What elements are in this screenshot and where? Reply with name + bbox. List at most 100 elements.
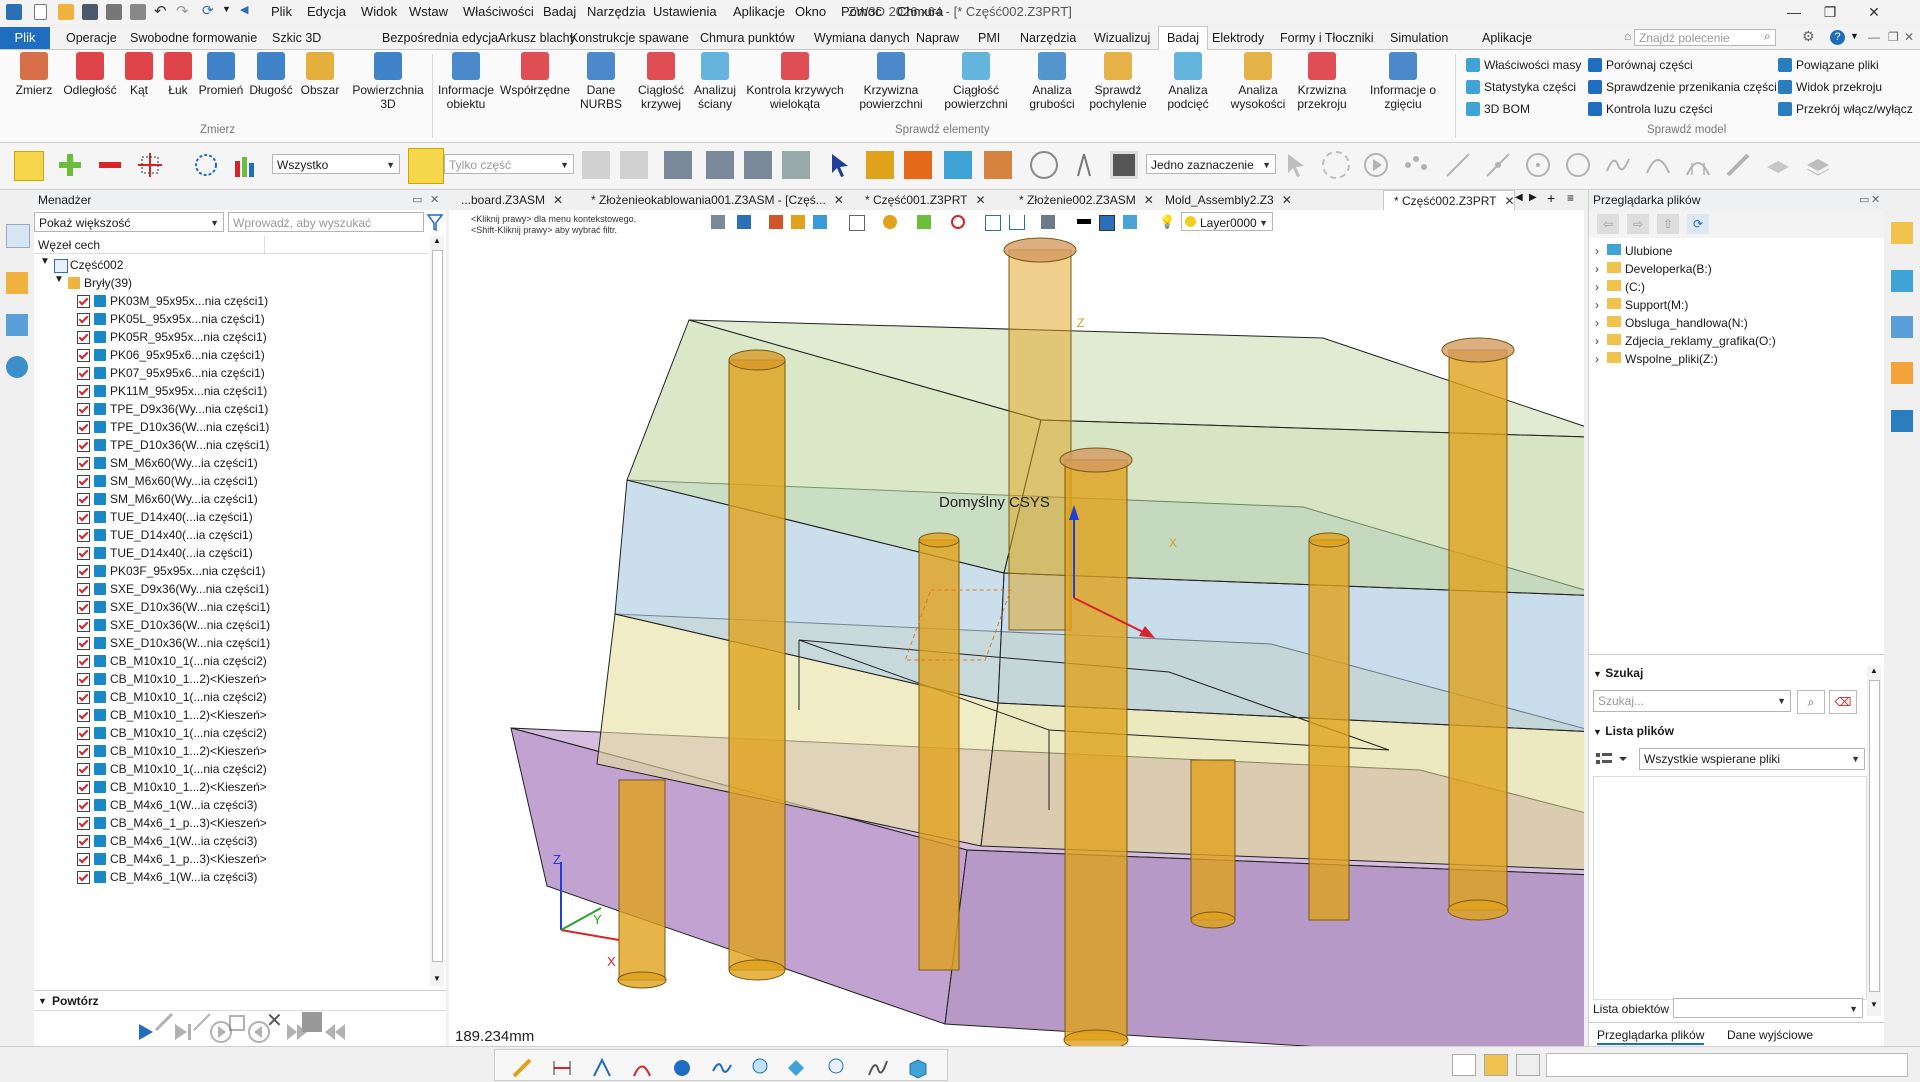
tree-bodies-node[interactable]: Bryły(39) xyxy=(84,274,132,292)
visibility-checkbox[interactable] xyxy=(77,727,90,740)
library-icon[interactable] xyxy=(1891,270,1913,292)
tree-item[interactable]: CB_M4x6_1(W...ia części3) xyxy=(77,832,257,850)
expand-chevron-icon[interactable]: › xyxy=(1595,280,1599,294)
menu-plik[interactable]: Plik xyxy=(264,0,299,24)
part-view-icon[interactable] xyxy=(944,151,972,179)
visibility-checkbox[interactable] xyxy=(77,295,90,308)
expand-chevron-icon[interactable]: › xyxy=(1595,316,1599,330)
small_col1-btn-2[interactable]: 3D BOM xyxy=(1464,100,1530,118)
part-filter-icon[interactable] xyxy=(408,148,444,184)
sb-coordinates-icon[interactable] xyxy=(825,1057,847,1079)
visibility-checkbox[interactable] xyxy=(77,403,90,416)
ribbon-btn-2[interactable]: Kąt xyxy=(124,52,154,97)
ribbon-check-btn-7[interactable]: Ciągłość powierzchni xyxy=(940,52,1012,111)
ribbon-check-btn-8[interactable]: Analiza grubości xyxy=(1024,52,1080,111)
bodies-expand-icon[interactable]: ▼ xyxy=(54,274,64,285)
tree-item[interactable]: CB_M10x10_1...2)<Kieszeń> xyxy=(77,670,267,688)
fb-close-icon[interactable]: ✕ xyxy=(1871,190,1880,210)
clear-search-icon[interactable]: ⌫ xyxy=(1829,690,1857,714)
gear-select-icon[interactable] xyxy=(1322,151,1350,179)
fb-scrollbar[interactable]: ▲ ▼ xyxy=(1867,666,1881,1016)
search-collapse-icon[interactable]: ▼ xyxy=(1593,669,1602,679)
doc-tab-close-icon[interactable]: ✕ xyxy=(976,193,986,207)
ribbon-check-btn-1[interactable]: Współrzędne xyxy=(500,52,570,97)
tree-item[interactable]: SM_M6x60(Wy...ia części1) xyxy=(77,490,258,508)
visibility-checkbox[interactable] xyxy=(77,673,90,686)
replay-copy-icon[interactable] xyxy=(226,1010,250,1034)
visibility-checkbox[interactable] xyxy=(77,457,90,470)
tab-swobodne-formowanie[interactable]: Swobodne formowanie xyxy=(122,27,265,49)
ribbon-check-btn-6[interactable]: Krzywizna powierzchni xyxy=(854,52,928,111)
fb-tree-node[interactable]: › (C:) xyxy=(1595,280,1645,294)
doc-tab-5[interactable]: * Część002.Z3PRT ✕ xyxy=(1383,190,1515,210)
tab-aplikacje[interactable]: Aplikacje xyxy=(1474,27,1540,49)
tab-badaj[interactable]: Badaj xyxy=(1158,26,1208,51)
tab-wymiana-danych[interactable]: Wymiana danych xyxy=(806,27,918,49)
ribbon-restore-icon[interactable]: ❐ xyxy=(1888,30,1899,44)
tree-item[interactable]: SXE_D10x36(W...nia części1) xyxy=(77,634,270,652)
pencil-icon[interactable] xyxy=(1724,151,1752,179)
cloud-icon[interactable] xyxy=(1891,410,1913,432)
sb-length-icon[interactable] xyxy=(711,1057,733,1079)
doc-tab-close-icon[interactable]: ✕ xyxy=(553,193,563,207)
tab-szkic-3d[interactable]: Szkic 3D xyxy=(264,27,329,49)
selection-mode-combo[interactable]: Jedno zaznaczenie ▼ xyxy=(1146,154,1276,174)
palette-icon[interactable] xyxy=(1891,316,1913,338)
ribbon-btn-0[interactable]: Zmierz xyxy=(14,52,54,97)
fb-up-icon[interactable]: ⇧ xyxy=(1657,214,1679,234)
ribbon-minimize-icon[interactable]: — xyxy=(1868,30,1880,44)
scroll-up-icon[interactable]: ▲ xyxy=(433,236,441,245)
tree-search-input[interactable]: Wprowadź, aby wyszukać xyxy=(228,212,424,232)
curve-icon[interactable] xyxy=(1604,151,1632,179)
tab-output[interactable]: Dane wyjściowe xyxy=(1727,1028,1813,1042)
replay-pencil-icon[interactable] xyxy=(190,1010,214,1034)
sb-area-icon[interactable] xyxy=(785,1057,807,1079)
tab-plik[interactable]: Plik xyxy=(0,27,50,49)
menu-okno[interactable]: Okno xyxy=(788,0,833,24)
expand-chevron-icon[interactable]: › xyxy=(1595,352,1599,366)
fb-tree-node[interactable]: › Wspolne_pliki(Z:) xyxy=(1595,352,1718,366)
doc-tab-3[interactable]: * Złożenie002.Z3ASM ✕ xyxy=(1009,190,1154,210)
file-search-input[interactable]: Szukaj... ▼ xyxy=(1593,690,1791,712)
standard-parts-icon[interactable] xyxy=(1891,362,1913,384)
tree-root-node[interactable]: Część002 xyxy=(70,256,123,274)
scroll-thumb[interactable] xyxy=(432,250,443,962)
expand-chevron-icon[interactable]: › xyxy=(1595,244,1599,258)
part-filter-combo[interactable]: Tylko część ▼ xyxy=(444,154,574,174)
replay-delete-icon[interactable]: ✕ xyxy=(266,1008,283,1033)
app-logo-icon[interactable] xyxy=(6,4,22,20)
replay-rewind-icon[interactable] xyxy=(322,1020,348,1044)
sb-nurbs-icon[interactable] xyxy=(867,1057,889,1079)
fb-scroll-up-icon[interactable]: ▲ xyxy=(1870,666,1878,675)
menu-aplikacje[interactable]: Aplikacje xyxy=(726,0,792,24)
pin-icon[interactable]: ▭ xyxy=(412,190,422,210)
tree-item[interactable]: SXE_D9x36(Wy...nia części1) xyxy=(77,580,269,598)
panel-close-icon[interactable]: ✕ xyxy=(430,190,439,210)
tree-item[interactable]: CB_M10x10_1(...nia części2) xyxy=(77,652,267,670)
replay-collapse-icon[interactable]: ▼ xyxy=(38,991,47,1011)
refresh-icon[interactable]: ⟳ xyxy=(202,2,214,19)
help-dropdown-icon[interactable]: ▼ xyxy=(1850,31,1859,41)
close-icon[interactable]: ✕ xyxy=(1856,0,1892,24)
menu-narzędzia[interactable]: Narzędzia xyxy=(580,0,653,24)
history-manager-icon[interactable] xyxy=(6,224,30,248)
open-folder-icon[interactable] xyxy=(58,4,74,20)
sb-measure-icon[interactable] xyxy=(511,1057,533,1079)
visibility-checkbox[interactable] xyxy=(77,835,90,848)
tab-simulation[interactable]: Simulation xyxy=(1382,27,1456,49)
tabs-scroll-left-icon[interactable]: ◀ xyxy=(1515,192,1523,203)
user-icon[interactable] xyxy=(6,356,28,378)
visibility-checkbox[interactable] xyxy=(77,313,90,326)
part-color-icon[interactable] xyxy=(904,151,932,179)
tree-item[interactable]: TPE_D10x36(W...nia części1) xyxy=(77,436,269,454)
small_col2-btn-0[interactable]: Porównaj części xyxy=(1586,56,1693,74)
visibility-checkbox[interactable] xyxy=(77,511,90,524)
fb-tree-node[interactable]: › Support(M:) xyxy=(1595,298,1688,312)
object-list-combo[interactable]: ▼ xyxy=(1673,998,1863,1018)
file-list[interactable] xyxy=(1593,776,1867,1000)
small_col1-btn-1[interactable]: Statystyka części xyxy=(1464,78,1576,96)
tree-item[interactable]: CB_M4x6_1_p...3)<Kieszeń> xyxy=(77,814,267,832)
tree-item[interactable]: CB_M10x10_1...2)<Kieszeń> xyxy=(77,778,267,796)
visibility-checkbox[interactable] xyxy=(77,817,90,830)
menu-ustawienia[interactable]: Ustawienia xyxy=(646,0,724,24)
